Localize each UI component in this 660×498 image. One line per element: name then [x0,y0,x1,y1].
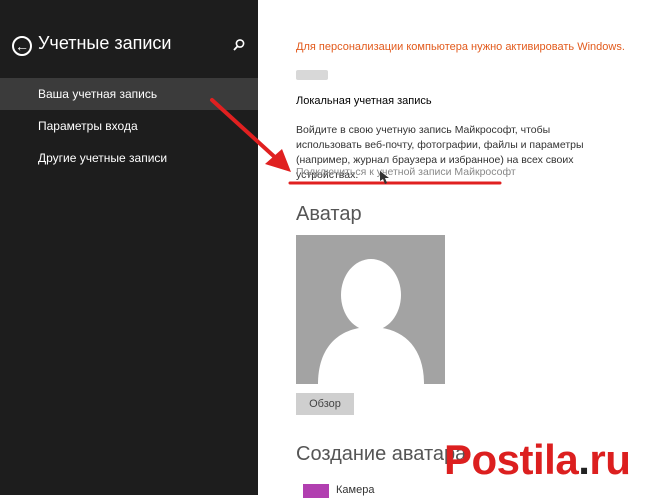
account-type-label: Локальная учетная запись [296,95,432,107]
avatar-section-title: Аватар [296,203,362,225]
browse-button[interactable]: Обзор [296,393,354,415]
sidebar-title: Учетные записи [38,33,172,53]
sidebar-item-your-account[interactable]: Ваша учетная запись [0,78,258,110]
main-panel: Для персонализации компьютера нужно акти… [258,0,660,498]
sidebar-item-sign-in-options[interactable]: Параметры входа [0,110,258,142]
camera-icon[interactable] [303,484,329,498]
sidebar-item-other-accounts[interactable]: Другие учетные записи [0,142,258,174]
watermark-logo: Postila.ru [444,436,631,483]
sidebar: ← Учетные записи Ваша учетная запись Пар… [0,0,258,495]
search-icon[interactable] [232,38,246,52]
camera-label[interactable]: Камера [336,484,374,496]
create-avatar-title: Создание аватара [296,443,467,465]
default-user-icon [318,259,424,384]
blurred-username [296,70,328,80]
activation-warning[interactable]: Для персонализации компьютера нужно акти… [296,41,625,53]
avatar [296,235,445,384]
back-arrow-icon[interactable]: ← [12,36,32,56]
connect-microsoft-account-link[interactable]: Подключиться к учетной записи Майкрософт [296,166,516,178]
